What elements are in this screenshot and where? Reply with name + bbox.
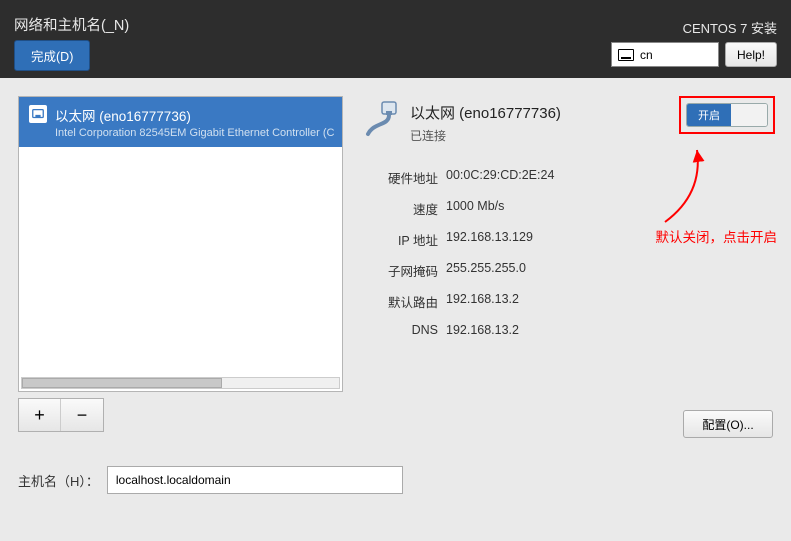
toggle-on-label: 开启 [687, 104, 731, 126]
add-remove-toolbar: + − [18, 398, 104, 432]
installer-title: CENTOS 7 安装 [683, 18, 777, 37]
network-interfaces-panel: 以太网 (eno16777736) Intel Corporation 8254… [18, 96, 343, 432]
toggle-handle [731, 104, 767, 126]
hostname-row: 主机名（H）： [18, 466, 403, 494]
done-button[interactable]: 完成(D) [14, 40, 90, 71]
keyboard-icon [618, 49, 634, 61]
netmask-label: 子网掩码 [360, 261, 438, 280]
connection-details: 硬件地址 00:0C:29:CD:2E:24 速度 1000 Mb/s IP 地… [360, 168, 775, 337]
ip-address-label: IP 地址 [360, 230, 438, 249]
help-button[interactable]: Help! [725, 42, 777, 67]
connection-title: 以太网 (eno16777736) [410, 102, 561, 123]
scrollbar-thumb[interactable] [22, 378, 222, 388]
ethernet-cable-icon [360, 100, 400, 138]
connection-detail-panel: 以太网 (eno16777736) 已连接 开启 默认关闭，点击开启 硬件地址 … [360, 100, 775, 337]
dns-value: 192.168.13.2 [446, 323, 775, 337]
gateway-label: 默认路由 [360, 292, 438, 311]
speed-label: 速度 [360, 199, 438, 218]
annotation-highlight-box: 开启 [679, 96, 775, 134]
dns-label: DNS [360, 323, 438, 337]
keyboard-layout-indicator[interactable]: cn [611, 42, 719, 67]
hw-address-value: 00:0C:29:CD:2E:24 [446, 168, 775, 187]
ethernet-port-icon [29, 105, 47, 123]
nic-item-title: 以太网 (eno16777736) [55, 105, 334, 125]
nic-list-item[interactable]: 以太网 (eno16777736) Intel Corporation 8254… [19, 97, 342, 147]
hostname-input[interactable] [107, 466, 403, 494]
nic-list: 以太网 (eno16777736) Intel Corporation 8254… [18, 96, 343, 392]
gateway-value: 192.168.13.2 [446, 292, 775, 311]
horizontal-scrollbar[interactable] [21, 377, 340, 389]
add-interface-button[interactable]: + [19, 399, 61, 431]
hostname-label: 主机名（H）： [18, 471, 99, 490]
remove-interface-button[interactable]: − [61, 399, 103, 431]
annotation-text: 默认关闭，点击开启 [656, 226, 778, 246]
connection-status: 已连接 [410, 127, 561, 144]
page-title: 网络和主机名(_N) [14, 14, 129, 35]
hw-address-label: 硬件地址 [360, 168, 438, 187]
netmask-value: 255.255.255.0 [446, 261, 775, 280]
configure-button[interactable]: 配置(O)... [683, 410, 773, 438]
header-bar: 网络和主机名(_N) 完成(D) CENTOS 7 安装 cn Help! [0, 0, 791, 78]
connection-toggle[interactable]: 开启 [686, 103, 768, 127]
speed-value: 1000 Mb/s [446, 199, 775, 218]
keyboard-layout-label: cn [640, 48, 653, 62]
nic-item-subtitle: Intel Corporation 82545EM Gigabit Ethern… [55, 127, 334, 139]
header-right-controls: cn Help! [611, 42, 777, 67]
